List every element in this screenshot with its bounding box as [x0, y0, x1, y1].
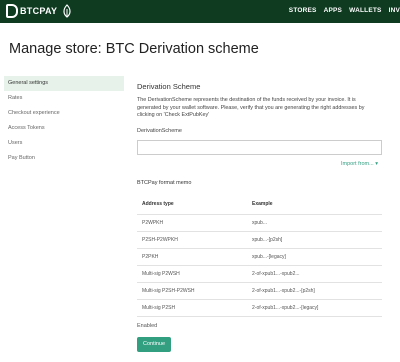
section-title: Derivation Scheme — [137, 82, 201, 91]
table-row: P2SH-P2WPKH xpub...-[p2sh] — [137, 231, 382, 249]
address-type-cell: Multi-sig P2SH-P2WSH — [137, 282, 247, 300]
sidebar-item-rates[interactable]: Rates — [4, 91, 124, 106]
derivation-scheme-input[interactable] — [137, 140, 382, 155]
table-row: Multi-sig P2SH 2-of-xpub1...-xpub2...-[l… — [137, 299, 382, 317]
page-title: Manage store: BTC Derivation scheme — [9, 41, 259, 57]
store-settings-sidebar: General settings Rates Checkout experien… — [4, 76, 124, 166]
import-from-dropdown[interactable]: Import from... ▾ — [341, 161, 378, 167]
sidebar-item-users[interactable]: Users — [4, 136, 124, 151]
address-type-cell: Multi-sig P2SH — [137, 299, 247, 317]
address-type-cell: P2WPKH — [137, 214, 247, 232]
import-from-label: Import from... — [341, 161, 374, 167]
sidebar-item-pay-button[interactable]: Pay Button — [4, 151, 124, 166]
example-cell: 2-of-xpub1...-xpub2... — [247, 265, 382, 283]
table-row: Multi-sig P2SH-P2WSH 2-of-xpub1...-xpub2… — [137, 282, 382, 300]
example-cell: xpub...-[p2sh] — [247, 231, 382, 249]
format-memo-title: BTCPay format memo — [137, 180, 192, 186]
format-memo-table: Address type Example P2WPKH xpub... P2SH… — [137, 195, 382, 317]
derivation-scheme-form: Derivation Scheme The DerivationScheme r… — [137, 82, 382, 352]
brand-logo[interactable]: BTCPAY — [6, 4, 73, 18]
address-type-cell: P2SH-P2WPKH — [137, 231, 247, 249]
caret-down-icon: ▾ — [375, 161, 378, 167]
btcpay-logo-icon — [6, 4, 18, 18]
address-type-cell: P2PKH — [137, 248, 247, 266]
nav-stores[interactable]: STORES — [289, 7, 317, 14]
column-header: Example — [247, 195, 382, 215]
main-nav: STORES APPS WALLETS INV — [289, 7, 400, 14]
nav-invoices[interactable]: INV — [389, 7, 400, 14]
example-cell: 2-of-xpub1...-xpub2...-[legacy] — [247, 299, 382, 317]
sidebar-item-access-tokens[interactable]: Access Tokens — [4, 121, 124, 136]
address-type-cell: Multi-sig P2WSH — [137, 265, 247, 283]
section-description: The DerivationScheme represents the dest… — [137, 97, 365, 118]
leaf-icon — [63, 4, 71, 18]
table-row: P2WPKH xpub... — [137, 214, 382, 232]
top-navbar: BTCPAY STORES APPS WALLETS INV — [0, 0, 400, 23]
derivation-scheme-label: DerivationScheme — [137, 128, 182, 134]
sidebar-item-checkout-experience[interactable]: Checkout experience — [4, 106, 124, 121]
column-header: Address type — [137, 195, 247, 215]
example-cell: xpub...-[legacy] — [247, 248, 382, 266]
table-row: Multi-sig P2WSH 2-of-xpub1...-xpub2... — [137, 265, 382, 283]
nav-wallets[interactable]: WALLETS — [349, 7, 381, 14]
enabled-checkbox[interactable]: Enabled — [137, 323, 157, 329]
continue-button[interactable]: Continue — [137, 337, 171, 352]
enabled-label: Enabled — [137, 323, 158, 329]
brand-name: BTCPAY — [20, 6, 58, 16]
nav-apps[interactable]: APPS — [324, 7, 343, 14]
table-row: P2PKH xpub...-[legacy] — [137, 248, 382, 266]
sidebar-item-general-settings[interactable]: General settings — [4, 76, 124, 91]
example-cell: xpub... — [247, 214, 382, 232]
table-header-row: Address type Example — [137, 195, 382, 215]
example-cell: 2-of-xpub1...-xpub2...-[p2sh] — [247, 282, 382, 300]
